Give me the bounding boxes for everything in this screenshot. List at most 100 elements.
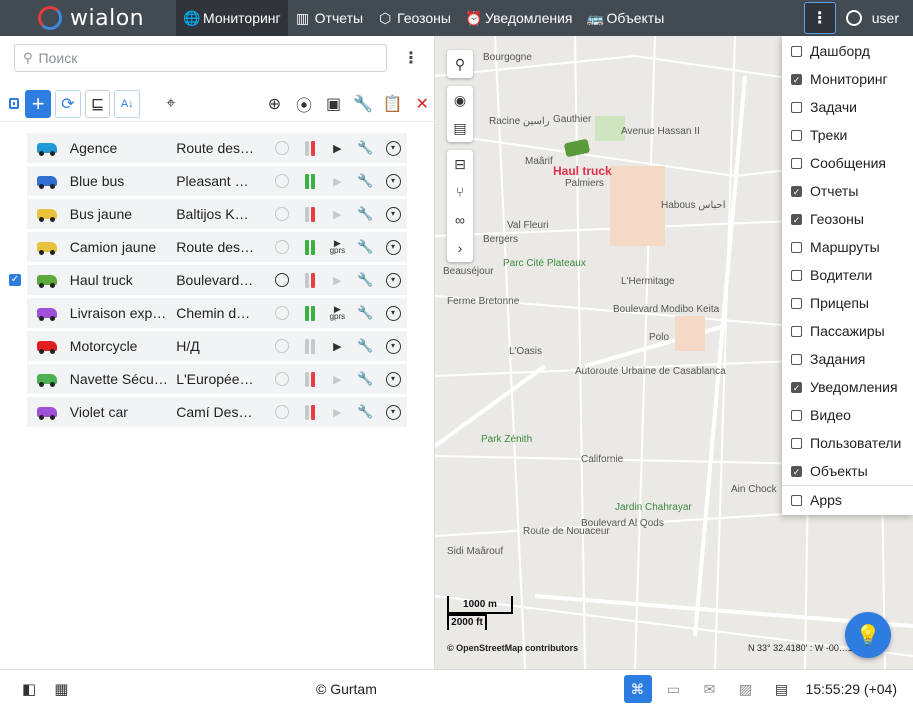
unit-row[interactable]: ✓ Haul truck Boulevard … ▶ 🔧 ▾ xyxy=(9,265,407,295)
unit-checkbox[interactable] xyxy=(9,241,21,253)
menu-item[interactable]: Пользователи xyxy=(782,429,913,457)
menu-item[interactable]: Треки xyxy=(782,121,913,149)
map-search-icon[interactable]: ⚲ xyxy=(447,50,473,78)
tips-button[interactable]: 💡 xyxy=(845,612,891,658)
menu-item[interactable]: Дашборд xyxy=(782,37,913,65)
unit-command-icon[interactable]: ▶ xyxy=(323,406,351,419)
panel-toggle-icon[interactable]: ◧ xyxy=(22,680,36,698)
route-icon[interactable]: ⑂ xyxy=(447,178,473,206)
unit-row[interactable]: Motorcycle Н/Д ▶ 🔧 ▾ xyxy=(27,331,407,361)
apps-grid-icon[interactable]: ▦ xyxy=(54,680,68,698)
unit-command-icon[interactable]: ▶ gprs xyxy=(323,239,351,255)
unit-menu-chevron-icon[interactable]: ▾ xyxy=(379,272,407,288)
refresh-button[interactable]: ⟳ xyxy=(54,89,81,118)
menu-item[interactable]: ✓ Объекты xyxy=(782,457,913,485)
menu-checkbox[interactable]: ✓ xyxy=(791,213,802,225)
menu-checkbox[interactable]: ✓ xyxy=(791,465,802,477)
video-column-icon[interactable]: ▣ xyxy=(321,90,347,118)
locate-unit-icon[interactable] xyxy=(268,306,296,320)
unit-row[interactable]: Livraison exp… Chemin d… ▶ gprs 🔧 ▾ xyxy=(27,298,407,328)
menu-checkbox[interactable] xyxy=(791,353,802,365)
wrench-icon[interactable]: 🔧 xyxy=(351,173,379,189)
chevron-right-icon[interactable]: › xyxy=(447,234,473,262)
menu-checkbox[interactable] xyxy=(791,45,802,57)
menu-item[interactable]: Водители xyxy=(782,261,913,289)
location-pin-icon[interactable]: ⌖ xyxy=(158,90,184,118)
menu-checkbox[interactable]: ✓ xyxy=(791,73,802,85)
more-menu-button[interactable]: ⋮ xyxy=(803,2,836,34)
eye-icon[interactable]: ◉ xyxy=(447,86,473,114)
menu-checkbox[interactable] xyxy=(791,494,802,506)
list-options-icon[interactable]: ⋮ xyxy=(403,48,419,68)
unit-checkbox[interactable] xyxy=(9,175,21,187)
images-icon[interactable]: ▨ xyxy=(732,675,760,703)
unit-row[interactable]: Blue bus Pleasant S… ▶ 🔧 ▾ xyxy=(27,166,407,196)
nearest-units-icon[interactable]: ∞ xyxy=(447,206,473,234)
menu-item[interactable]: ✓ Мониторинг xyxy=(782,65,913,93)
unit-menu-chevron-icon[interactable]: ▾ xyxy=(379,206,407,222)
wrench-icon[interactable]: 🔧 xyxy=(351,371,379,387)
add-unit-button[interactable]: + xyxy=(25,89,51,118)
nav-tab-reports[interactable]: ▥ Отчеты xyxy=(288,0,370,36)
menu-checkbox[interactable]: ✓ xyxy=(791,185,802,197)
locate-unit-icon[interactable] xyxy=(268,207,296,221)
locate-unit-icon[interactable] xyxy=(268,273,296,287)
menu-checkbox[interactable] xyxy=(791,241,802,253)
unit-menu-chevron-icon[interactable]: ▾ xyxy=(379,140,407,156)
menu-checkbox[interactable] xyxy=(791,409,802,421)
notifications-log-icon[interactable]: ▭ xyxy=(660,675,688,703)
unit-checkbox[interactable] xyxy=(9,373,21,385)
menu-item[interactable]: Пассажиры xyxy=(782,317,913,345)
unit-row[interactable]: Camion jaune Route des … ▶ gprs 🔧 ▾ xyxy=(27,232,407,262)
unit-checkbox[interactable]: ✓ xyxy=(9,274,21,286)
menu-item[interactable]: Задания xyxy=(782,345,913,373)
nav-tab-geofences[interactable]: ⬡ Геозоны xyxy=(370,0,458,36)
media-icon[interactable]: ▤ xyxy=(768,675,796,703)
wrench-column-icon[interactable]: 🔧 xyxy=(350,90,376,118)
search-input[interactable]: ⚲ Поиск xyxy=(14,44,387,72)
wrench-icon[interactable]: 🔧 xyxy=(351,239,379,255)
unit-checkbox[interactable] xyxy=(9,208,21,220)
user-name[interactable]: user xyxy=(872,10,899,26)
locate-unit-icon[interactable] xyxy=(268,339,296,353)
menu-item[interactable]: Apps xyxy=(782,486,913,514)
unit-row[interactable]: Navette Sécu… L'Européen… ▶ 🔧 ▾ xyxy=(27,364,407,394)
sort-button[interactable]: A↓ xyxy=(114,89,141,118)
menu-item[interactable]: Сообщения xyxy=(782,149,913,177)
wrench-icon[interactable]: 🔧 xyxy=(351,140,379,156)
wrench-icon[interactable]: 🔧 xyxy=(351,305,379,321)
unit-command-icon[interactable]: ▶ xyxy=(323,142,351,155)
menu-item[interactable]: Видео xyxy=(782,401,913,429)
wrench-icon[interactable]: 🔧 xyxy=(351,272,379,288)
user-icon[interactable] xyxy=(845,10,862,26)
nav-tab-monitoring[interactable]: 🌐 Мониторинг xyxy=(176,0,288,36)
locate-unit-icon[interactable] xyxy=(268,240,296,254)
menu-item[interactable]: ✓ Отчеты xyxy=(782,177,913,205)
nav-tab-notifications[interactable]: ⏰ Уведомления xyxy=(458,0,580,36)
unit-command-icon[interactable]: ▶ xyxy=(323,373,351,386)
signal-column-icon[interactable]: ⦿ xyxy=(291,90,317,118)
unit-checkbox[interactable] xyxy=(9,406,21,418)
clipboard-column-icon[interactable]: 📋 xyxy=(380,90,406,118)
group-tree-button[interactable]: ⊑ xyxy=(84,89,111,118)
menu-item[interactable]: ✓ Геозоны xyxy=(782,205,913,233)
nav-tab-units[interactable]: 🚌 Объекты xyxy=(580,0,672,36)
menu-checkbox[interactable] xyxy=(791,157,802,169)
unit-menu-chevron-icon[interactable]: ▾ xyxy=(379,173,407,189)
menu-item[interactable]: Задачи xyxy=(782,93,913,121)
ruler-icon[interactable]: ⊟ xyxy=(447,150,473,178)
menu-checkbox[interactable] xyxy=(791,437,802,449)
unit-row[interactable]: Violet car Camí Des … ▶ 🔧 ▾ xyxy=(27,397,407,427)
messages-icon[interactable]: ✉ xyxy=(696,675,724,703)
map-layers-icon[interactable]: ▤ xyxy=(447,114,473,142)
menu-checkbox[interactable] xyxy=(791,269,802,281)
crosshair-column-icon[interactable]: ⊕ xyxy=(262,90,288,118)
remove-all-icon[interactable]: ✕ xyxy=(409,90,435,118)
logo[interactable]: wialon xyxy=(0,6,176,31)
unit-checkbox[interactable] xyxy=(9,142,21,154)
unit-command-icon[interactable]: ▶ xyxy=(323,208,351,221)
unit-command-icon[interactable]: ▶ xyxy=(323,274,351,287)
unit-menu-chevron-icon[interactable]: ▾ xyxy=(379,239,407,255)
unit-menu-chevron-icon[interactable]: ▾ xyxy=(379,305,407,321)
wrench-icon[interactable]: 🔧 xyxy=(351,404,379,420)
